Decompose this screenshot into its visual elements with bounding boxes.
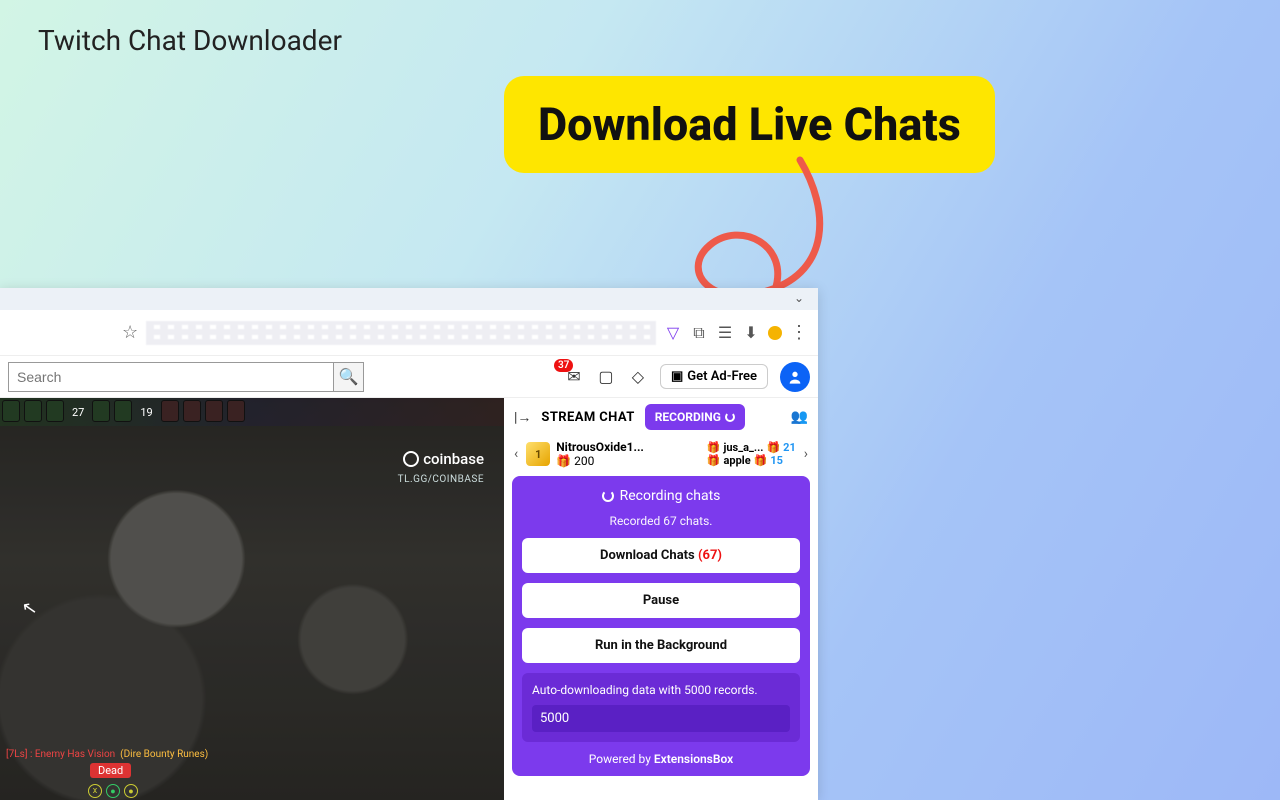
gifter-name: NitrousOxide1... <box>556 440 701 454</box>
gift-leaderboard-row: ‹ 1 NitrousOxide1... 🎁200 🎁jus_a_... 🎁 2… <box>504 436 818 472</box>
download-icon[interactable]: ⬇ <box>742 324 760 342</box>
user-icon <box>787 369 803 385</box>
inbox-badge: 37 <box>554 359 573 372</box>
pause-button[interactable]: Pause <box>522 583 800 618</box>
reading-list-icon[interactable]: ☰ <box>716 324 734 342</box>
site-topbar: 🔍 37 ✉ ▢ ◇ ▣ Get Ad-Free <box>0 356 818 398</box>
auto-download-label: Auto-downloading data with 5000 records. <box>532 683 790 697</box>
whispers-icon[interactable]: ▢ <box>596 367 616 387</box>
spinner-icon <box>725 412 735 422</box>
gift-icon: 🎁 <box>707 441 721 454</box>
chat-panel: |→ STREAM CHAT RECORDING 👥 ‹ 1 NitrousOx… <box>504 398 818 800</box>
dead-label: Dead <box>90 763 131 778</box>
stream-chat-tab[interactable]: STREAM CHAT <box>541 410 634 425</box>
hud-ability-icons: x●● <box>88 784 138 798</box>
game-event-log: [7Ls] : Enemy Has Vision (Dire Bounty Ru… <box>6 749 208 760</box>
gift-icon: 🎁 <box>556 454 571 468</box>
twitch-extension-icon[interactable]: ▽ <box>664 324 682 342</box>
collapse-chat-icon[interactable]: |→ <box>514 409 531 426</box>
extensions-blurred <box>146 321 656 345</box>
browser-toolbar: ☆ ▽ ⧉ ☰ ⬇ ⋮ <box>0 310 818 356</box>
crown-icon: ▣ <box>671 369 683 384</box>
extension-puzzle-icon[interactable]: ⧉ <box>690 324 708 342</box>
browser-tabbar: ⌄ <box>0 288 818 310</box>
get-ad-free-button[interactable]: ▣ Get Ad-Free <box>660 364 768 389</box>
score-right: 19 <box>136 406 156 419</box>
tab-chevron-down-icon[interactable]: ⌄ <box>794 291 804 305</box>
extension-popup: Recording chats Recorded 67 chats. Downl… <box>512 476 810 776</box>
chevron-left-icon[interactable]: ‹ <box>512 446 520 462</box>
gift-icon: 🎁 <box>707 454 721 467</box>
search-icon: 🔍 <box>339 367 359 386</box>
powered-by-link[interactable]: ExtensionsBox <box>654 752 733 766</box>
page-title: Twitch Chat Downloader <box>38 24 342 57</box>
browser-menu-icon[interactable]: ⋮ <box>790 322 808 343</box>
user-avatar[interactable] <box>780 362 810 392</box>
powered-by: Powered by ExtensionsBox <box>522 752 800 766</box>
download-chats-button[interactable]: Download Chats (67) <box>522 538 800 573</box>
search-input[interactable] <box>8 362 334 392</box>
score-left: 27 <box>68 406 88 419</box>
rank-badge: 1 <box>526 442 550 466</box>
sponsor-logo: coinbase <box>403 450 484 468</box>
sponsor-subtext: TL.GG/COINBASE <box>398 474 484 485</box>
recorded-count: Recorded 67 chats. <box>522 514 800 528</box>
game-hud: 27 19 <box>0 398 504 426</box>
auto-download-section: Auto-downloading data with 5000 records.… <box>522 673 800 742</box>
inbox-button[interactable]: 37 ✉ <box>564 367 584 387</box>
chevron-right-icon[interactable]: › <box>802 446 810 462</box>
notifications-icon[interactable]: ◇ <box>628 367 648 387</box>
spinner-icon <box>602 490 614 502</box>
profile-dot-icon[interactable] <box>768 326 782 340</box>
headline-callout: Download Live Chats <box>504 76 995 173</box>
recording-status: Recording chats <box>620 488 721 504</box>
search-button[interactable]: 🔍 <box>334 362 364 392</box>
run-background-button[interactable]: Run in the Background <box>522 628 800 663</box>
get-ad-free-label: Get Ad-Free <box>687 369 757 384</box>
browser-window: ⌄ ☆ ▽ ⧉ ☰ ⬇ ⋮ 🔍 37 ✉ ▢ ◇ ▣ Get Ad-Free <box>0 288 818 800</box>
auto-download-value[interactable]: 5000 <box>532 705 790 732</box>
recording-button[interactable]: RECORDING <box>645 404 745 430</box>
stream-video: 27 19 coinbase TL.GG/COINBASE [7Ls] : En… <box>0 398 504 800</box>
recording-label: RECORDING <box>655 410 721 424</box>
community-icon[interactable]: 👥 <box>791 409 808 425</box>
bookmark-star-icon[interactable]: ☆ <box>122 322 138 343</box>
